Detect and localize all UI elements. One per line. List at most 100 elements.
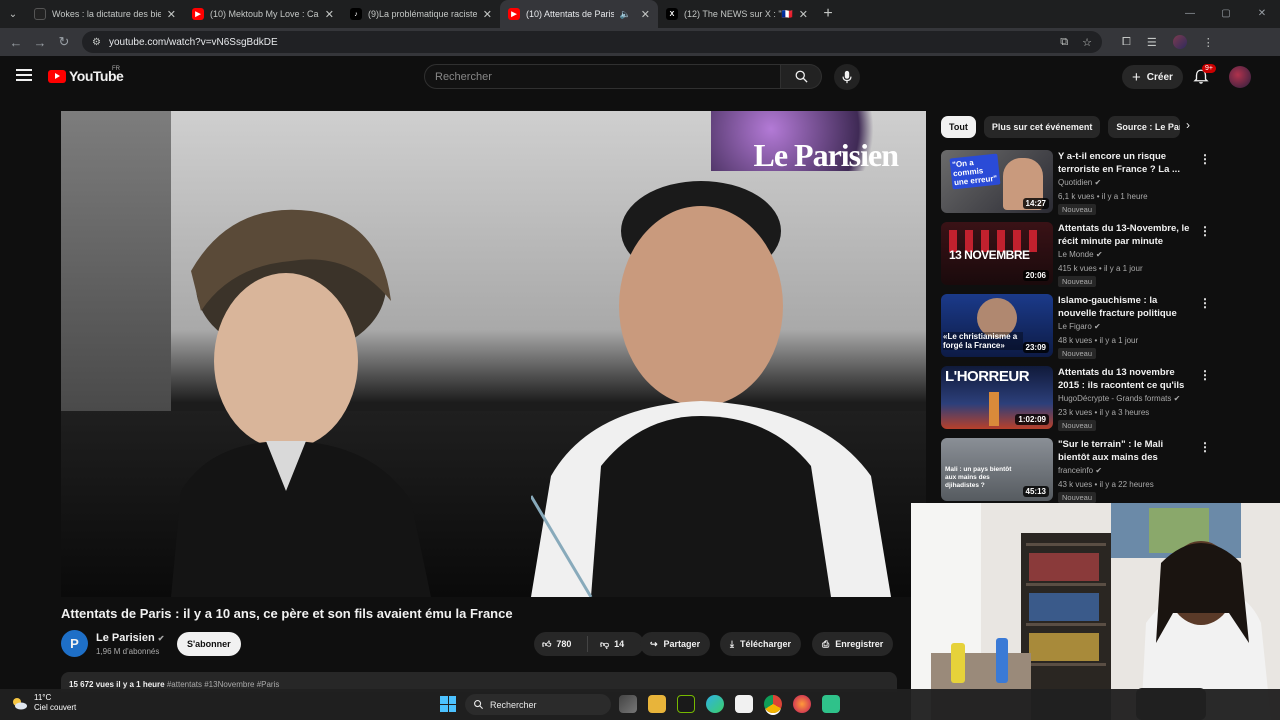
region-code: FR — [112, 66, 120, 72]
voice-search-button[interactable] — [834, 64, 860, 90]
verified-icon: ✔ — [1095, 250, 1103, 259]
back-icon[interactable]: ← — [4, 35, 28, 50]
chevron-right-icon[interactable]: › — [1186, 118, 1190, 132]
browser-tab-5[interactable]: X (12) The NEWS sur X : "🇫🇷 ESCR ✕ — [658, 0, 816, 28]
browser-tab-1[interactable]: Wokes : la dictature des bien-p ✕ — [26, 0, 184, 28]
channel-text: Quotidien — [1058, 178, 1093, 187]
menu-hamburger-icon[interactable] — [16, 69, 32, 81]
reading-list-icon[interactable]: ☰ — [1147, 36, 1157, 49]
save-label: Enregistrer — [835, 639, 884, 649]
download-button[interactable]: ⤓ Télécharger — [720, 632, 802, 656]
search-button[interactable] — [781, 64, 822, 89]
browser-tabstrip: ⌄ Wokes : la dictature des bien-p ✕ ▶ (1… — [0, 0, 1280, 28]
site-info-icon[interactable]: ⚙ — [92, 37, 101, 48]
app-icon[interactable] — [822, 695, 840, 713]
recommendation-item[interactable]: «Le christianisme a forgé la France» 23:… — [941, 294, 1221, 359]
account-avatar[interactable] — [1229, 66, 1251, 88]
file-explorer-icon[interactable] — [648, 695, 666, 713]
chip-source[interactable]: Source : Le Par — [1108, 116, 1181, 138]
nvidia-icon[interactable] — [677, 695, 695, 713]
channel-name[interactable]: Le Parisien ✔ — [96, 632, 164, 644]
tab-close-icon[interactable]: ✕ — [799, 8, 808, 21]
video-player[interactable]: Le Parisien — [61, 111, 926, 597]
maximize-icon[interactable]: ▢ — [1208, 0, 1244, 28]
tab-favicon-icon — [34, 8, 46, 20]
channel-avatar[interactable]: P — [61, 630, 88, 657]
bookmark-star-icon[interactable]: ☆ — [1082, 36, 1092, 49]
search-icon — [474, 700, 484, 710]
x-favicon-icon: X — [666, 8, 678, 20]
chip-all[interactable]: Tout — [941, 116, 976, 138]
recommendation-item[interactable]: L'HORREUR 1:02:09 Attentats du 13 novemb… — [941, 366, 1221, 431]
cast-icon[interactable]: ⧉ — [1060, 36, 1068, 49]
new-tab-button[interactable]: + — [816, 5, 840, 23]
video-thumbnail[interactable]: Mali : un pays bientôt aux mains des dji… — [941, 438, 1053, 501]
thumbnail-caption: L'HORREUR — [945, 368, 1030, 385]
recommendation-item[interactable]: "On a commis une erreur" 14:27 Y a-t-il … — [941, 150, 1221, 215]
youtube-logo[interactable]: YouTube FR — [48, 66, 124, 84]
minimize-icon[interactable]: — — [1172, 0, 1208, 28]
verified-icon: ✔ — [1095, 466, 1103, 475]
tab-close-icon[interactable]: ✕ — [483, 8, 492, 21]
more-options-icon[interactable]: ⋮ — [1199, 296, 1211, 310]
recommendation-item[interactable]: 13 NOVEMBRE 20:06 Attentats du 13-Novemb… — [941, 222, 1221, 287]
more-options-icon[interactable]: ⋮ — [1199, 440, 1211, 454]
share-button[interactable]: ↪ Partager — [640, 632, 711, 656]
more-options-icon[interactable]: ⋮ — [1199, 224, 1211, 238]
browser-tab-4-active[interactable]: ▶ (10) Attentats de Paris : il y 🔈 ✕ — [500, 0, 658, 28]
channel-text: Le Figaro — [1058, 322, 1092, 331]
forward-icon[interactable]: → — [28, 35, 52, 50]
thumbnail-caption: "On a commis une erreur" — [949, 153, 1001, 190]
video-thumbnail[interactable]: L'HORREUR 1:02:09 — [941, 366, 1053, 429]
tab-close-icon[interactable]: ✕ — [167, 8, 176, 21]
thumbnail-caption: 13 NOVEMBRE — [949, 248, 1030, 262]
video-thumbnail[interactable]: 13 NOVEMBRE 20:06 — [941, 222, 1053, 285]
webcam-scene — [911, 503, 1280, 720]
recommendation-meta: 415 k vues • il y a 1 jour — [1058, 264, 1143, 273]
close-window-icon[interactable]: ✕ — [1244, 0, 1280, 28]
new-badge: Nouveau — [1058, 492, 1097, 503]
browser-menu-icon[interactable]: ⋮ — [1203, 36, 1214, 49]
taskbar-search[interactable]: Rechercher — [465, 694, 611, 715]
like-button[interactable]: 👍︎ 780 — [534, 636, 588, 652]
firefox-icon[interactable] — [793, 695, 811, 713]
chrome-icon[interactable] — [764, 695, 782, 713]
description-hashtags[interactable]: #attentats #13Novembre #Paris — [167, 680, 280, 689]
more-options-icon[interactable]: ⋮ — [1199, 152, 1211, 166]
dislike-button[interactable]: 👎︎ 14 — [594, 639, 624, 650]
video-thumbnail[interactable]: "On a commis une erreur" 14:27 — [941, 150, 1053, 213]
verified-icon: ✔ — [157, 634, 165, 643]
reload-icon[interactable]: ↻ — [52, 34, 76, 50]
browser-tab-2[interactable]: ▶ (10) Mektoub My Love : Canto ✕ — [184, 0, 342, 28]
thumbnail-caption: Mali : un pays bientôt aux mains des dji… — [945, 466, 1012, 489]
youtube-header: YouTube FR + Créer 9+ — [0, 56, 1280, 98]
task-view-icon[interactable] — [619, 695, 637, 713]
address-bar[interactable]: ⚙ youtube.com/watch?v=vN6SsgBdkDE ⧉ ☆ — [82, 31, 1102, 53]
weather-text: 11°C Ciel couvert — [34, 693, 76, 713]
profile-avatar-icon[interactable] — [1172, 35, 1187, 49]
search-input[interactable] — [424, 64, 781, 89]
new-badge: Nouveau — [1058, 204, 1097, 215]
save-button[interactable]: ⎙ Enregistrer — [812, 632, 894, 656]
tab-title: (10) Attentats de Paris : il y — [526, 9, 614, 19]
browser-tab-3[interactable]: ♪ (9)La problématique raciste da ✕ — [342, 0, 500, 28]
recommendation-item[interactable]: Mali : un pays bientôt aux mains des dji… — [941, 438, 1221, 503]
windows-start-icon[interactable] — [440, 696, 456, 712]
subscribe-button[interactable]: S'abonner — [177, 632, 241, 656]
weather-widget[interactable]: 11°C Ciel couvert — [10, 693, 76, 713]
thumbs-down-icon: 👎︎ — [600, 638, 610, 649]
edge-icon[interactable] — [706, 695, 724, 713]
extensions-icon[interactable]: ⧠ — [1122, 36, 1131, 49]
recommendation-title: "Sur le terrain" : le Mali bientôt aux m… — [1058, 439, 1164, 463]
video-thumbnail[interactable]: «Le christianisme a forgé la France» 23:… — [941, 294, 1053, 357]
tab-search-button[interactable]: ⌄ — [0, 0, 26, 28]
recommendation-channel: HugoDécrypte - Grands formats ✔ — [1058, 394, 1180, 403]
share-arrow-icon: ↪ — [650, 638, 658, 649]
speaker-icon[interactable]: 🔈 — [620, 9, 631, 20]
more-options-icon[interactable]: ⋮ — [1199, 368, 1211, 382]
tab-close-icon[interactable]: ✕ — [325, 8, 334, 21]
microsoft-store-icon[interactable] — [735, 695, 753, 713]
chip-event[interactable]: Plus sur cet événement — [983, 116, 1101, 138]
create-button[interactable]: + Créer — [1122, 65, 1183, 89]
tab-close-icon[interactable]: ✕ — [641, 8, 650, 21]
